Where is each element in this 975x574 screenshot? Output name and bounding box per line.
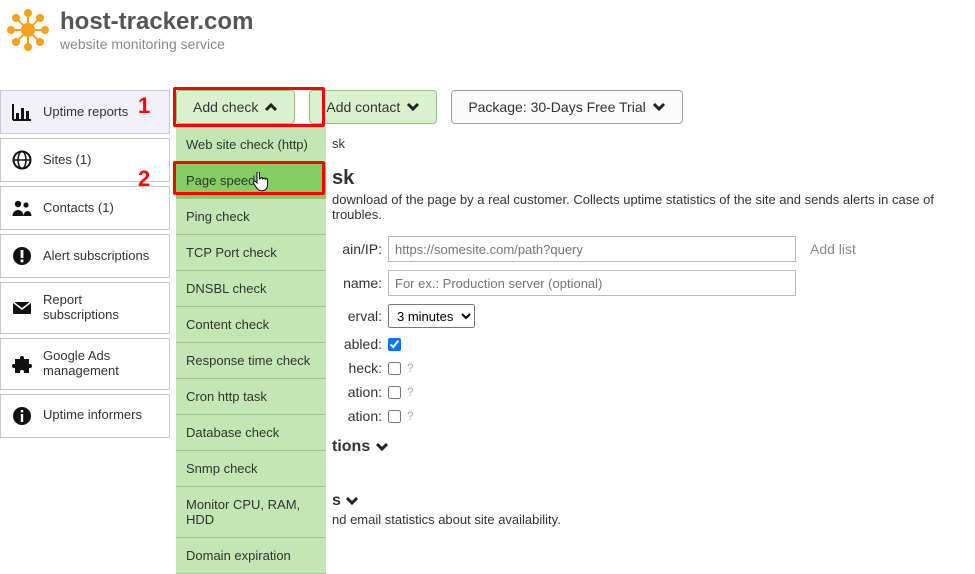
ration1-checkbox[interactable] bbox=[388, 386, 401, 399]
sidebar-item-label: Uptime reports bbox=[43, 105, 128, 120]
dropdown-item-snmp[interactable]: Snmp check bbox=[176, 451, 326, 487]
interval-select[interactable]: 3 minutes bbox=[388, 304, 475, 328]
dropdown-item-response-time[interactable]: Response time check bbox=[176, 343, 326, 379]
interval-label: erval: bbox=[332, 308, 388, 324]
chevron-down-icon bbox=[345, 496, 359, 506]
dropdown-item-database[interactable]: Database check bbox=[176, 415, 326, 451]
alert-icon bbox=[11, 245, 33, 267]
section-2-header[interactable]: s bbox=[332, 492, 975, 510]
dropdown-item-http[interactable]: Web site check (http) bbox=[176, 127, 326, 163]
ration2-checkbox[interactable] bbox=[388, 410, 401, 423]
ration2-label: ation: bbox=[332, 408, 388, 424]
question-icon[interactable]: ? bbox=[407, 409, 414, 423]
sidebar: Uptime reports Sites (1) Contacts (1) Al… bbox=[0, 90, 170, 527]
task-title: sk bbox=[332, 167, 975, 190]
annotation-box-2 bbox=[173, 161, 325, 195]
annotation-box-1 bbox=[173, 87, 325, 127]
domain-input[interactable] bbox=[388, 236, 796, 262]
package-button[interactable]: Package: 30-Days Free Trial bbox=[451, 90, 682, 124]
domain-label: ain/IP: bbox=[332, 241, 388, 257]
puzzle-icon bbox=[11, 353, 33, 375]
dropdown-item-tcp-port[interactable]: TCP Port check bbox=[176, 235, 326, 271]
section-2-desc: nd email statistics about site availabil… bbox=[332, 512, 975, 527]
sidebar-item-label: Sites (1) bbox=[43, 153, 91, 168]
name-label: name: bbox=[332, 275, 388, 291]
enabled-label: abled: bbox=[332, 336, 388, 352]
sidebar-item-google-ads[interactable]: Google Ads management bbox=[0, 338, 170, 390]
chevron-down-icon bbox=[406, 102, 420, 112]
header: host-tracker.com website monitoring serv… bbox=[0, 0, 975, 62]
task-content: sk sk download of the page by a real cus… bbox=[326, 124, 975, 527]
globe-icon bbox=[11, 149, 33, 171]
name-input[interactable] bbox=[388, 270, 796, 296]
dropdown-item-content[interactable]: Content check bbox=[176, 307, 326, 343]
sidebar-item-label: Uptime informers bbox=[43, 408, 142, 423]
site-title: host-tracker.com bbox=[60, 8, 253, 36]
section-1-header[interactable]: tions bbox=[332, 438, 975, 456]
sidebar-item-uptime-informers[interactable]: Uptime informers bbox=[0, 394, 170, 438]
dropdown-item-domain-exp[interactable]: Domain expiration bbox=[176, 538, 326, 574]
add-contact-button[interactable]: Add contact bbox=[309, 90, 437, 124]
button-label: Add contact bbox=[326, 99, 400, 115]
sidebar-item-report-subscriptions[interactable]: Report subscriptions bbox=[0, 282, 170, 334]
dropdown-item-monitor[interactable]: Monitor CPU, RAM, HDD bbox=[176, 487, 326, 538]
annotation-1: 1 bbox=[138, 93, 150, 119]
envelope-icon bbox=[11, 297, 33, 319]
question-icon[interactable]: ? bbox=[407, 361, 414, 375]
info-icon bbox=[11, 405, 33, 427]
sidebar-item-contacts[interactable]: Contacts (1) bbox=[0, 186, 170, 230]
chevron-down-icon bbox=[652, 102, 666, 112]
users-icon bbox=[11, 197, 33, 219]
check-checkbox[interactable] bbox=[388, 362, 401, 375]
ration1-label: ation: bbox=[332, 384, 388, 400]
sidebar-item-alert-subscriptions[interactable]: Alert subscriptions bbox=[0, 234, 170, 278]
sidebar-item-label: Contacts (1) bbox=[43, 201, 114, 216]
chevron-down-icon bbox=[375, 442, 389, 452]
sidebar-item-label: Report subscriptions bbox=[43, 293, 159, 323]
main-column: 1 2 Add check Add contact Package: 30-Da… bbox=[170, 90, 975, 527]
chart-bar-icon bbox=[11, 101, 33, 123]
enabled-checkbox[interactable] bbox=[388, 338, 401, 351]
task-description: download of the page by a real customer.… bbox=[332, 192, 975, 222]
button-label: Package: 30-Days Free Trial bbox=[468, 99, 645, 115]
sidebar-item-label: Alert subscriptions bbox=[43, 249, 149, 264]
task-peek: sk bbox=[332, 136, 975, 151]
question-icon[interactable]: ? bbox=[407, 385, 414, 399]
sidebar-item-label: Google Ads management bbox=[43, 349, 159, 379]
add-list-link[interactable]: Add list bbox=[810, 241, 856, 257]
site-subtitle: website monitoring service bbox=[60, 36, 253, 52]
annotation-2: 2 bbox=[138, 166, 150, 192]
dropdown-item-dnsbl[interactable]: DNSBL check bbox=[176, 271, 326, 307]
dropdown-item-ping[interactable]: Ping check bbox=[176, 199, 326, 235]
check-label: heck: bbox=[332, 360, 388, 376]
dropdown-item-cron[interactable]: Cron http task bbox=[176, 379, 326, 415]
logo-icon bbox=[4, 6, 52, 54]
